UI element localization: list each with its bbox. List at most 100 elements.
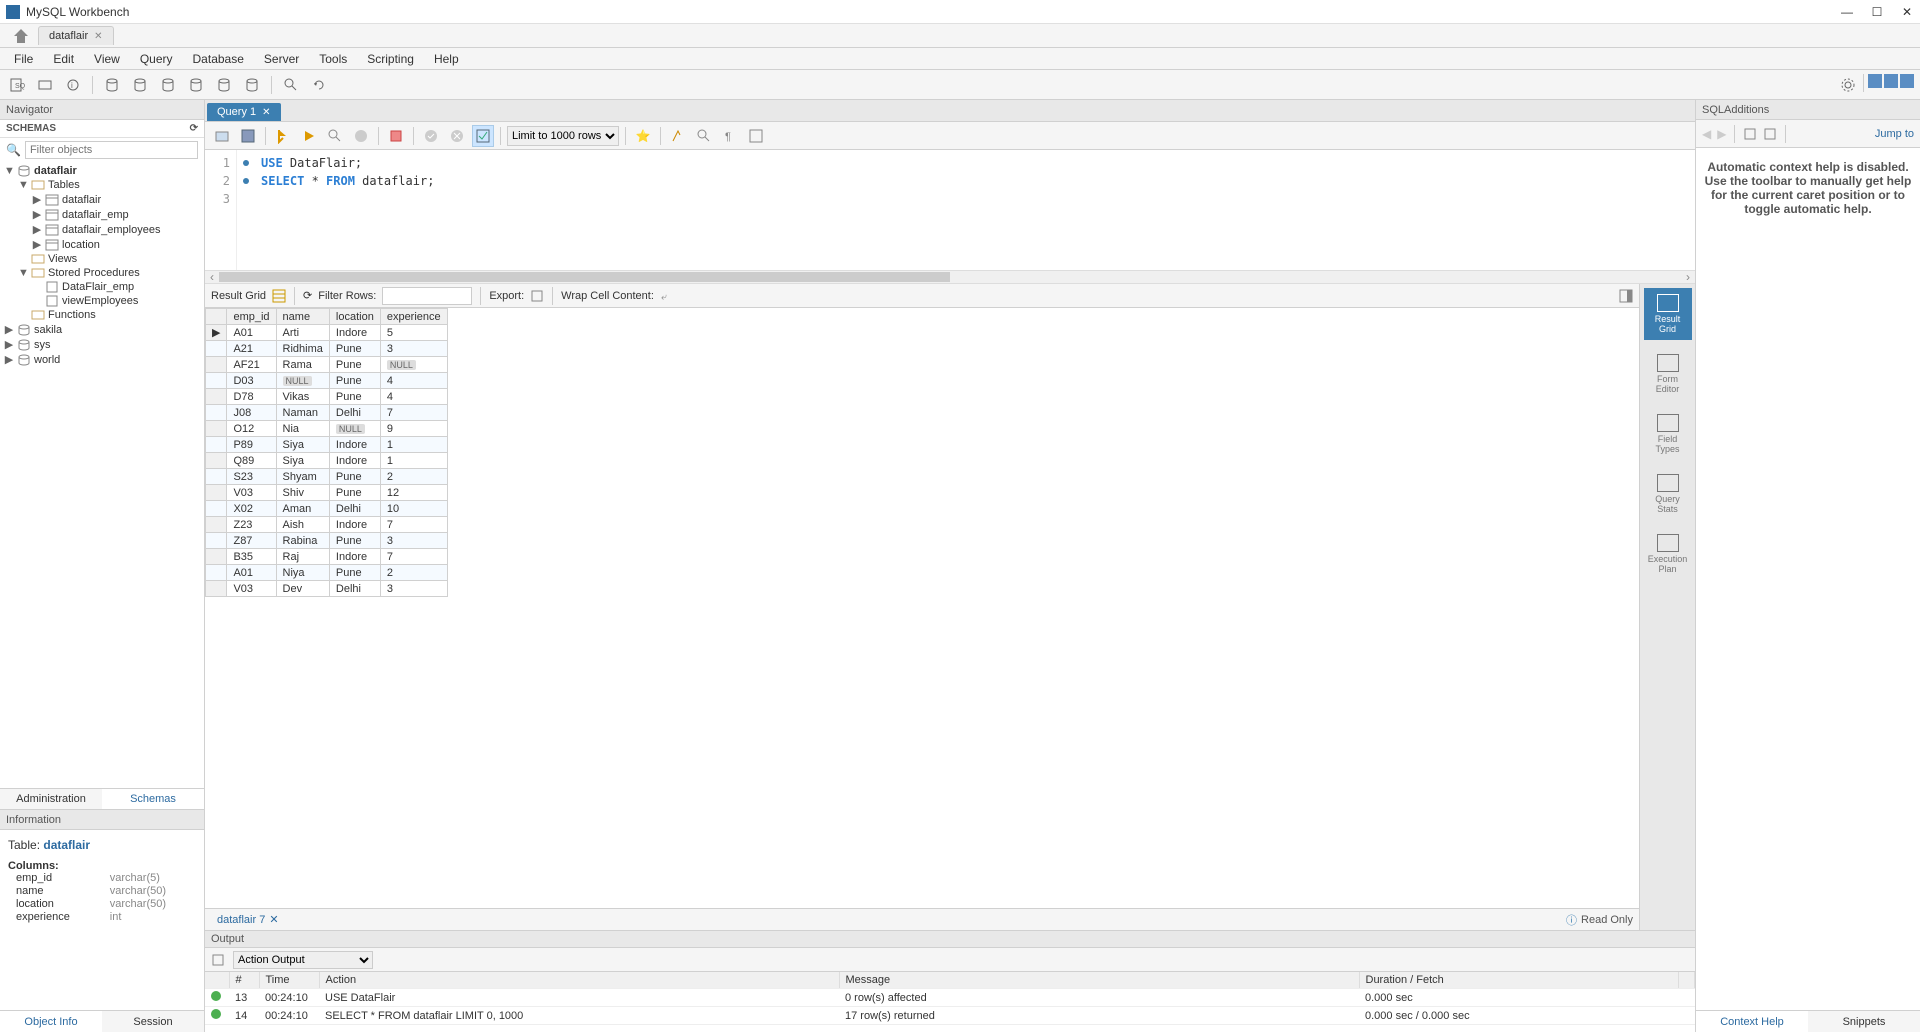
table-dataflair-emp[interactable]: ▶dataflair_emp (0, 207, 204, 222)
column-header[interactable]: emp_id (227, 309, 276, 325)
row-selector[interactable] (206, 357, 227, 373)
cell[interactable]: NULL (380, 357, 447, 373)
cell[interactable]: Shyam (276, 469, 329, 485)
beautify-icon[interactable] (667, 125, 689, 147)
gear-icon[interactable] (1837, 74, 1859, 96)
cell[interactable]: NULL (329, 421, 380, 437)
table-row[interactable]: AF21RamaPuneNULL (206, 357, 448, 373)
row-selector[interactable] (206, 389, 227, 405)
scroll-right-icon[interactable]: › (1681, 270, 1695, 284)
table-row[interactable]: Q89SiyaIndore1 (206, 453, 448, 469)
pane-bottom-toggle[interactable] (1884, 74, 1898, 88)
tab-object-info[interactable]: Object Info (0, 1011, 102, 1032)
menu-tools[interactable]: Tools (311, 50, 355, 68)
cell[interactable]: O12 (227, 421, 276, 437)
menu-file[interactable]: File (6, 50, 41, 68)
table-row[interactable]: S23ShyamPune2 (206, 469, 448, 485)
cell[interactable]: NULL (276, 373, 329, 389)
db-icon-1[interactable] (101, 74, 123, 96)
cell[interactable]: Vikas (276, 389, 329, 405)
wrap-icon[interactable] (745, 125, 767, 147)
new-sql-tab-icon[interactable]: SQL (6, 74, 28, 96)
cell[interactable]: 3 (380, 533, 447, 549)
cell[interactable]: 2 (380, 565, 447, 581)
limit-select[interactable]: Limit to 1000 rows (507, 126, 619, 146)
breakpoint-gutter[interactable] (237, 150, 255, 270)
row-selector[interactable] (206, 565, 227, 581)
cell[interactable]: 9 (380, 421, 447, 437)
table-row[interactable]: P89SiyaIndore1 (206, 437, 448, 453)
cell[interactable]: Indore (329, 549, 380, 565)
schema-sakila[interactable]: ▶sakila (0, 322, 204, 337)
table-row[interactable]: O12NiaNULL9 (206, 421, 448, 437)
cell[interactable]: 7 (380, 405, 447, 421)
cell[interactable]: D78 (227, 389, 276, 405)
db-icon-3[interactable] (157, 74, 179, 96)
pane-right-toggle[interactable] (1900, 74, 1914, 88)
table-row[interactable]: X02AmanDelhi10 (206, 501, 448, 517)
column-header[interactable]: location (329, 309, 380, 325)
menu-query[interactable]: Query (132, 50, 181, 68)
cell[interactable]: Indore (329, 325, 380, 341)
cell[interactable]: 4 (380, 373, 447, 389)
filter-rows-input[interactable] (382, 287, 472, 305)
row-selector[interactable] (206, 533, 227, 549)
grid-icon[interactable] (272, 289, 286, 303)
cell[interactable]: A01 (227, 325, 276, 341)
cell[interactable]: Pune (329, 533, 380, 549)
menu-server[interactable]: Server (256, 50, 307, 68)
save-icon[interactable] (237, 125, 259, 147)
cell[interactable]: 4 (380, 389, 447, 405)
close-icon[interactable]: ✕ (94, 31, 102, 42)
cell[interactable]: Nia (276, 421, 329, 437)
field-types-button[interactable]: Field Types (1644, 408, 1692, 460)
table-row[interactable]: A01NiyaPune2 (206, 565, 448, 581)
column-header[interactable]: name (276, 309, 329, 325)
output-row[interactable]: 14 00:24:10 SELECT * FROM dataflair LIMI… (205, 1007, 1695, 1025)
menu-help[interactable]: Help (426, 50, 467, 68)
stop-on-error-icon[interactable] (385, 125, 407, 147)
close-icon[interactable]: ✕ (262, 107, 270, 118)
cell[interactable]: Aish (276, 517, 329, 533)
explain-icon[interactable] (324, 125, 346, 147)
code-area[interactable]: USE DataFlair; SELECT * FROM dataflair; (255, 150, 1695, 270)
cell[interactable]: 10 (380, 501, 447, 517)
row-selector[interactable]: ▶ (206, 325, 227, 341)
row-selector[interactable] (206, 517, 227, 533)
result-tab[interactable]: dataflair 7 ✕ (211, 911, 285, 928)
table-row[interactable]: J08NamanDelhi7 (206, 405, 448, 421)
schema-sys[interactable]: ▶sys (0, 337, 204, 352)
autocommit-icon[interactable] (472, 125, 494, 147)
cell[interactable]: Dev (276, 581, 329, 597)
cell[interactable]: Z87 (227, 533, 276, 549)
scroll-thumb[interactable] (219, 272, 950, 282)
minimize-button[interactable]: — (1840, 5, 1854, 19)
schema-world[interactable]: ▶world (0, 352, 204, 367)
cell[interactable]: Siya (276, 453, 329, 469)
refresh-icon[interactable]: ⟳ (190, 123, 198, 134)
editor-scrollbar[interactable]: ‹ › (205, 270, 1695, 284)
table-row[interactable]: Z23AishIndore7 (206, 517, 448, 533)
cell[interactable]: Rama (276, 357, 329, 373)
cell[interactable]: Siya (276, 437, 329, 453)
open-sql-icon[interactable] (34, 74, 56, 96)
row-selector[interactable] (206, 485, 227, 501)
schema-tree[interactable]: ▼dataflair ▼Tables ▶dataflair ▶dataflair… (0, 162, 204, 788)
table-row[interactable]: B35RajIndore7 (206, 549, 448, 565)
table-location[interactable]: ▶location (0, 237, 204, 252)
cell[interactable]: Niya (276, 565, 329, 581)
cell[interactable]: Pune (329, 357, 380, 373)
cell[interactable]: Pune (329, 341, 380, 357)
row-selector[interactable] (206, 421, 227, 437)
cell[interactable]: B35 (227, 549, 276, 565)
cell[interactable]: Aman (276, 501, 329, 517)
row-selector[interactable] (206, 501, 227, 517)
cell[interactable]: D03 (227, 373, 276, 389)
row-selector[interactable] (206, 341, 227, 357)
folder-tables[interactable]: ▼Tables (0, 178, 204, 192)
cell[interactable]: 1 (380, 453, 447, 469)
cell[interactable]: Z23 (227, 517, 276, 533)
close-button[interactable]: ✕ (1900, 5, 1914, 19)
commit-icon[interactable] (420, 125, 442, 147)
folder-views[interactable]: Views (0, 252, 204, 266)
